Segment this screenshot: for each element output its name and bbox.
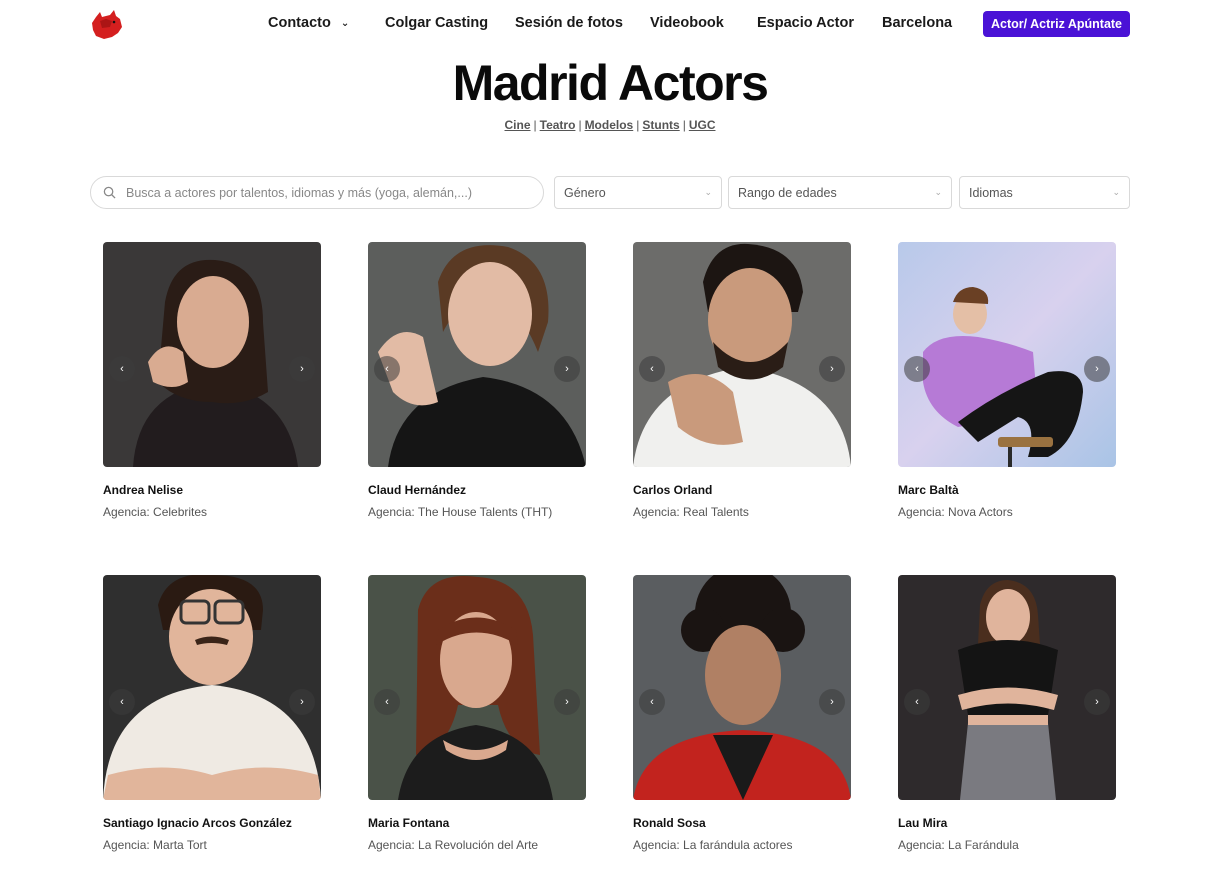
actor-photo[interactable]: ‹ › bbox=[368, 242, 586, 467]
actor-photo[interactable]: ‹ › bbox=[633, 575, 851, 800]
actor-name[interactable]: Carlos Orland bbox=[633, 483, 712, 497]
actor-agency: Agencia: The House Talents (THT) bbox=[368, 505, 553, 519]
actor-photo[interactable]: ‹ › bbox=[633, 242, 851, 467]
actor-name[interactable]: Lau Mira bbox=[898, 816, 947, 830]
next-photo-button[interactable]: › bbox=[1084, 689, 1110, 715]
actor-agency: Agencia: Marta Tort bbox=[103, 838, 207, 852]
actor-name[interactable]: Santiago Ignacio Arcos González bbox=[103, 816, 292, 830]
nav-item-label: Contacto bbox=[268, 15, 331, 31]
prev-photo-button[interactable]: ‹ bbox=[639, 356, 665, 382]
bull-logo-icon[interactable] bbox=[90, 9, 124, 41]
page-title: Madrid Actors bbox=[452, 55, 769, 111]
next-photo-button[interactable]: › bbox=[554, 689, 580, 715]
actor-photo[interactable]: ‹ › bbox=[368, 575, 586, 800]
prev-photo-button[interactable]: ‹ bbox=[109, 689, 135, 715]
next-photo-button[interactable]: › bbox=[1084, 356, 1110, 382]
actor-name[interactable]: Maria Fontana bbox=[368, 816, 449, 830]
actor-agency: Agencia: Real Talents bbox=[633, 505, 749, 519]
next-photo-button[interactable]: › bbox=[289, 356, 315, 382]
actor-photo[interactable]: ‹ › bbox=[103, 242, 321, 467]
actor-photo[interactable]: ‹ › bbox=[898, 242, 1116, 467]
search-input[interactable] bbox=[126, 185, 526, 200]
gender-select[interactable]: Género ⌄ bbox=[554, 176, 722, 209]
chevron-down-icon: ⌄ bbox=[340, 18, 350, 29]
prev-photo-button[interactable]: ‹ bbox=[639, 689, 665, 715]
nav-item-colgar-casting[interactable]: Colgar Casting bbox=[385, 15, 488, 31]
prev-photo-button[interactable]: ‹ bbox=[374, 356, 400, 382]
prev-photo-button[interactable]: ‹ bbox=[904, 689, 930, 715]
actor-agency: Agencia: La farándula actores bbox=[633, 838, 793, 852]
chevron-down-icon: ⌄ bbox=[1112, 187, 1120, 197]
gender-select-label: Género bbox=[564, 185, 606, 200]
actor-name[interactable]: Andrea Nelise bbox=[103, 483, 183, 497]
category-link-modelos[interactable]: Modelos bbox=[585, 118, 634, 132]
nav-item-contacto[interactable]: Contacto ⌄ bbox=[268, 15, 349, 31]
age-range-select-label: Rango de edades bbox=[738, 185, 837, 200]
prev-photo-button[interactable]: ‹ bbox=[374, 689, 400, 715]
actor-agency: Agencia: La Farándula bbox=[898, 838, 1019, 852]
actor-photo[interactable]: ‹ › bbox=[103, 575, 321, 800]
category-link-stunts[interactable]: Stunts bbox=[642, 118, 679, 132]
site-header: Contacto ⌄ Colgar Casting Sesión de fotos… bbox=[0, 0, 1213, 48]
actor-agency: Agencia: Celebrites bbox=[103, 505, 208, 519]
actor-photo[interactable]: ‹ › bbox=[898, 575, 1116, 800]
nav-item-espacio-actor[interactable]: Espacio Actor bbox=[757, 15, 854, 31]
category-links: Cine | Teatro | Modelos | Stunts | UGC bbox=[504, 118, 716, 132]
next-photo-button[interactable]: › bbox=[819, 356, 845, 382]
category-link-teatro[interactable]: Teatro bbox=[540, 118, 576, 132]
chevron-down-icon: ⌄ bbox=[934, 187, 942, 197]
language-select[interactable]: Idiomas ⌄ bbox=[959, 176, 1130, 209]
actor-name[interactable]: Ronald Sosa bbox=[633, 816, 706, 830]
signup-button[interactable]: Actor/ Actriz Apúntate bbox=[983, 11, 1130, 37]
actor-agency: Agencia: La Revolución del Arte bbox=[368, 838, 539, 852]
chevron-down-icon: ⌄ bbox=[704, 187, 712, 197]
nav-item-videobook[interactable]: Videobook bbox=[650, 15, 724, 31]
search-icon bbox=[103, 186, 116, 199]
language-select-label: Idiomas bbox=[969, 185, 1013, 200]
nav-item-sesion-fotos[interactable]: Sesión de fotos bbox=[515, 15, 623, 31]
prev-photo-button[interactable]: ‹ bbox=[904, 356, 930, 382]
category-link-cine[interactable]: Cine bbox=[505, 118, 531, 132]
next-photo-button[interactable]: › bbox=[554, 356, 580, 382]
prev-photo-button[interactable]: ‹ bbox=[109, 356, 135, 382]
category-link-ugc[interactable]: UGC bbox=[689, 118, 716, 132]
next-photo-button[interactable]: › bbox=[289, 689, 315, 715]
nav-item-barcelona[interactable]: Barcelona bbox=[882, 15, 952, 31]
actor-name[interactable]: Claud Hernández bbox=[368, 483, 466, 497]
next-photo-button[interactable]: › bbox=[819, 689, 845, 715]
actor-agency: Agencia: Nova Actors bbox=[898, 505, 1013, 519]
age-range-select[interactable]: Rango de edades ⌄ bbox=[728, 176, 952, 209]
search-box bbox=[90, 176, 544, 209]
actor-name[interactable]: Marc Baltà bbox=[898, 483, 959, 497]
